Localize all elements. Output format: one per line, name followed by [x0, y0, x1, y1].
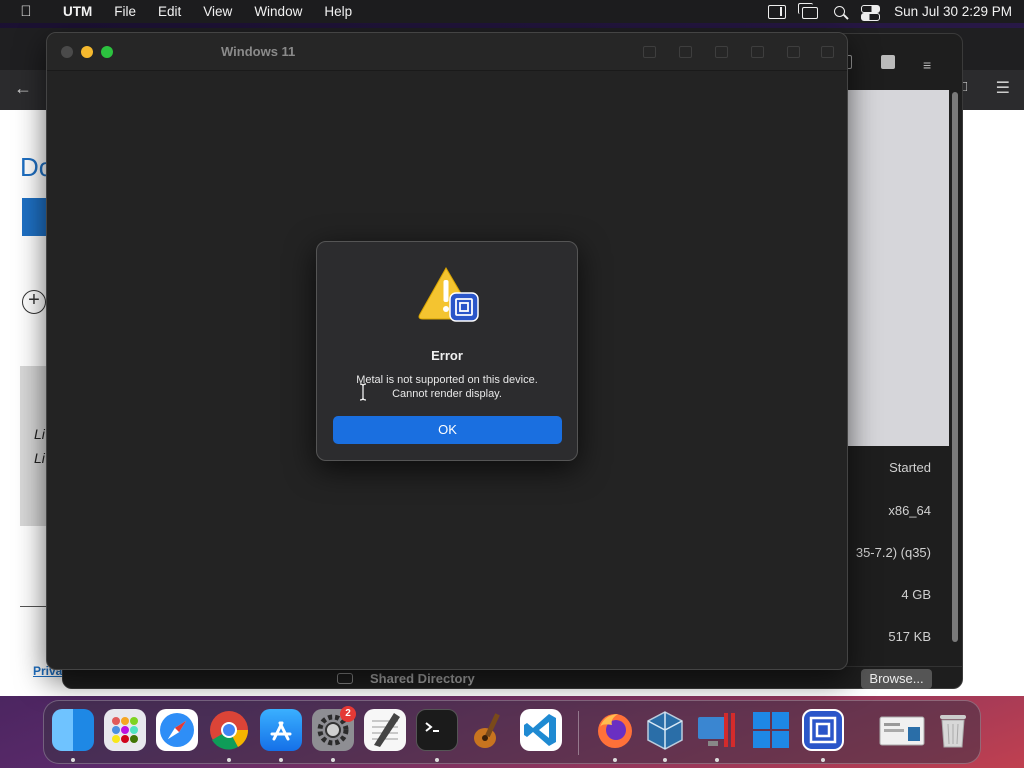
- spotlight-search-icon[interactable]: [834, 6, 846, 17]
- running-indicator: [663, 758, 667, 762]
- menu-bar:  UTM File Edit View Window Help Sun Jul…: [0, 0, 1024, 23]
- size-value: 517 KB: [888, 629, 931, 644]
- add-circle-icon[interactable]: +: [22, 290, 46, 314]
- vscode-icon[interactable]: [520, 709, 562, 751]
- running-indicator: [71, 758, 75, 762]
- running-indicator: [279, 758, 283, 762]
- menu-help[interactable]: Help: [313, 4, 363, 19]
- stop-icon[interactable]: [881, 55, 895, 69]
- notification-badge: 2: [340, 706, 356, 722]
- drive-image-icon[interactable]: [715, 46, 728, 58]
- dialog-title: Error: [431, 348, 463, 363]
- shared-directory-label: Shared Directory: [370, 671, 475, 686]
- running-indicator: [613, 758, 617, 762]
- capture-input-icon[interactable]: [643, 46, 656, 58]
- chrome-icon[interactable]: [208, 709, 250, 751]
- safari-icon[interactable]: [156, 709, 198, 751]
- menu-edit[interactable]: Edit: [147, 4, 192, 19]
- maximize-window-button[interactable]: [101, 46, 113, 58]
- running-indicator: [227, 758, 231, 762]
- browse-button[interactable]: Browse...: [861, 669, 932, 689]
- divider: [20, 606, 48, 607]
- drive-icon: [337, 673, 353, 684]
- memory-value: 4 GB: [901, 587, 931, 602]
- shared-folder-icon[interactable]: [751, 46, 764, 58]
- menu-window[interactable]: Window: [243, 4, 313, 19]
- firefox-icon[interactable]: [594, 709, 636, 751]
- architecture-value: x86_64: [888, 503, 931, 518]
- settings-sliders-icon[interactable]: ≡: [923, 57, 931, 73]
- vm-window-title: Windows 11: [221, 44, 296, 59]
- usb-icon[interactable]: [679, 46, 692, 58]
- scrollbar[interactable]: [952, 92, 958, 642]
- sidebar-icon[interactable]: [768, 4, 787, 19]
- resize-icon[interactable]: [821, 46, 834, 58]
- error-dialog: Error Metal is not supported on this dev…: [316, 241, 578, 461]
- parallels-icon[interactable]: [696, 709, 738, 751]
- hamburger-menu-icon[interactable]: ☰: [996, 78, 1010, 98]
- terminal-icon[interactable]: [416, 709, 458, 751]
- textedit-icon[interactable]: [364, 709, 406, 751]
- running-indicator: [715, 758, 719, 762]
- launchpad-icon[interactable]: [104, 709, 146, 751]
- text-cursor-icon: [358, 383, 368, 401]
- trash-icon[interactable]: [932, 709, 974, 751]
- instruments-icon[interactable]: [468, 709, 510, 751]
- warning-icon: [417, 264, 479, 326]
- vm-title-bar: Windows 11: [47, 33, 847, 71]
- back-arrow-icon[interactable]: ←: [14, 78, 32, 99]
- menu-app-utm[interactable]: UTM: [52, 4, 103, 19]
- app-store-icon[interactable]: [260, 709, 302, 751]
- close-window-button[interactable]: [61, 46, 73, 58]
- menu-view[interactable]: View: [192, 4, 243, 19]
- utm-icon[interactable]: [802, 709, 844, 751]
- virtualbox-icon[interactable]: [644, 709, 686, 751]
- apple-menu-icon[interactable]: : [0, 3, 52, 20]
- menubar-clock[interactable]: Sun Jul 30 2:29 PM: [894, 4, 1012, 19]
- ok-button[interactable]: OK: [333, 416, 562, 444]
- preview-window-icon[interactable]: [878, 709, 925, 751]
- finder-icon[interactable]: [52, 709, 94, 751]
- list-text-2: Li: [34, 450, 45, 466]
- running-indicator: [331, 758, 335, 762]
- screen-mirroring-icon[interactable]: [798, 2, 819, 19]
- running-indicator: [435, 758, 439, 762]
- control-center-icon[interactable]: [861, 4, 881, 21]
- menu-file[interactable]: File: [103, 4, 147, 19]
- vm-preview-panel: [848, 90, 949, 446]
- running-indicator: [821, 758, 825, 762]
- dock: 2: [43, 700, 981, 764]
- list-text-1: Li: [34, 426, 45, 442]
- dock-separator: [578, 711, 579, 755]
- windows-app-icon[interactable]: [750, 709, 792, 751]
- status-value: Started: [889, 460, 931, 475]
- minimize-window-button[interactable]: [81, 46, 93, 58]
- machine-value: 35-7.2) (q35): [855, 545, 931, 560]
- display-icon[interactable]: [787, 46, 800, 58]
